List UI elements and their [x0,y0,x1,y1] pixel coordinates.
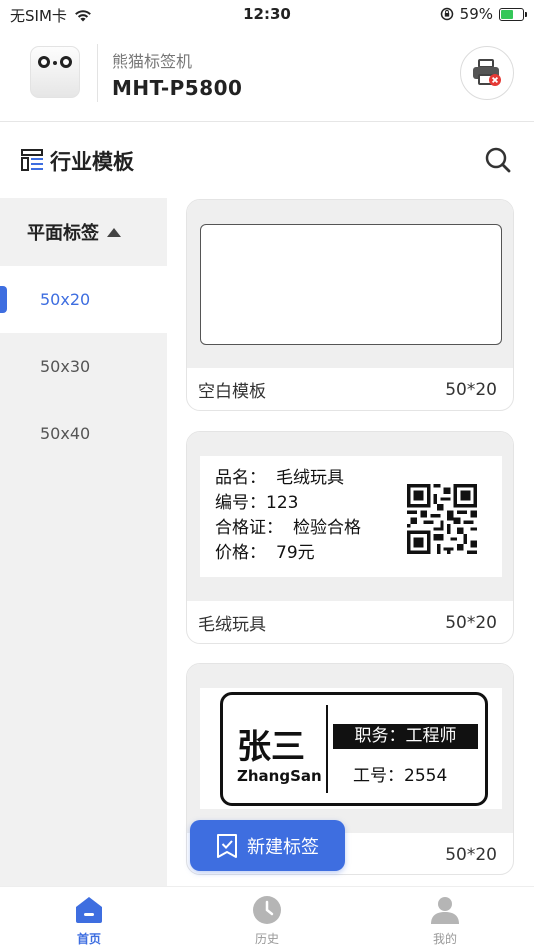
home-icon [76,897,102,923]
new-label-text: 新建标签 [247,836,319,858]
label-line-name: 品名： 毛绒玩具 [215,468,344,488]
active-indicator [0,286,7,313]
qr-code-icon [407,484,477,554]
label-line-price: 价格： 79元 [215,543,315,563]
template-footer: 空白模板 50*20 [187,368,513,410]
sidebar-item-50x30[interactable]: 50x30 [0,333,167,400]
tab-label: 我的 [432,932,457,946]
tab-profile[interactable]: 我的 [405,895,485,947]
category-header[interactable]: 平面标签 [0,198,167,266]
badge-name: 张三 [237,727,305,767]
category-sidebar: 平面标签 50x20 50x30 50x40 [0,198,167,886]
status-bar: 无SIM卡 12:30 59% [0,0,534,30]
bottom-tab-bar: 首页 历史 我的 [0,886,534,950]
collapse-triangle-icon [107,227,121,237]
orientation-lock-icon [440,7,453,21]
toy-label-preview: 品名： 毛绒玩具 编号：123 合格证： 检验合格 价格： 79元 [200,456,502,577]
badge-pinyin: ZhangSan [237,767,322,785]
user-icon [431,897,459,924]
new-label-button[interactable]: 新建标签 [190,820,345,871]
status-right-group: 59% [440,5,527,23]
category-label: 平面标签 [27,223,99,244]
page-title: 行业模板 [50,150,134,174]
tab-history[interactable]: 历史 [227,895,307,947]
template-size: 50*20 [445,844,497,865]
badge-frame: 张三 ZhangSan 职务：工程师 工号：2554 [220,692,488,806]
printer-disconnected-icon [473,59,501,86]
template-preview: 张三 ZhangSan 职务：工程师 工号：2554 [187,664,513,833]
sidebar-item-label: 50x20 [40,290,91,309]
printer-status-button[interactable] [460,46,514,100]
template-size: 50*20 [445,612,497,633]
template-name: 毛绒玩具 [198,615,266,635]
search-icon[interactable] [484,146,512,174]
badge-label-preview: 张三 ZhangSan 职务：工程师 工号：2554 [200,688,502,809]
device-header: 熊猫标签机 MHT-P5800 [0,40,534,122]
template-list-icon [21,149,43,171]
battery-icon [499,7,527,21]
sidebar-item-50x40[interactable]: 50x40 [0,400,167,467]
device-model: MHT-P5800 [112,76,243,100]
battery-percent: 59% [459,5,493,23]
label-line-number: 编号：123 [215,493,299,513]
battery-fill [501,9,514,19]
tab-label: 历史 [254,932,279,946]
tab-home[interactable]: 首页 [49,895,129,947]
template-name: 空白模板 [198,382,266,402]
template-card-blank[interactable]: 空白模板 50*20 [186,199,514,411]
label-line-cert: 合格证： 检验合格 [215,518,361,538]
sidebar-item-label: 50x30 [40,357,91,376]
template-preview: 品名： 毛绒玩具 编号：123 合格证： 检验合格 价格： 79元 [187,432,513,601]
sidebar-item-label: 50x40 [40,424,91,443]
badge-role: 职务：工程师 [333,724,478,749]
badge-employee-number: 工号：2554 [353,766,448,786]
printer-device-image [30,46,80,98]
template-footer: 毛绒玩具 50*20 [187,601,513,643]
tab-label: 首页 [76,932,101,946]
clock-icon [253,896,281,924]
device-brand: 熊猫标签机 [112,52,193,71]
sidebar-item-50x20[interactable]: 50x20 [0,266,167,333]
blank-label-preview [200,224,502,345]
title-bar: 行业模板 [0,122,534,198]
template-preview [187,200,513,368]
badge-divider [326,705,328,793]
divider [97,44,98,102]
new-label-icon [217,833,237,858]
template-card-plush-toy[interactable]: 品名： 毛绒玩具 编号：123 合格证： 检验合格 价格： 79元 毛绒玩具 5… [186,431,514,644]
template-size: 50*20 [445,379,497,400]
